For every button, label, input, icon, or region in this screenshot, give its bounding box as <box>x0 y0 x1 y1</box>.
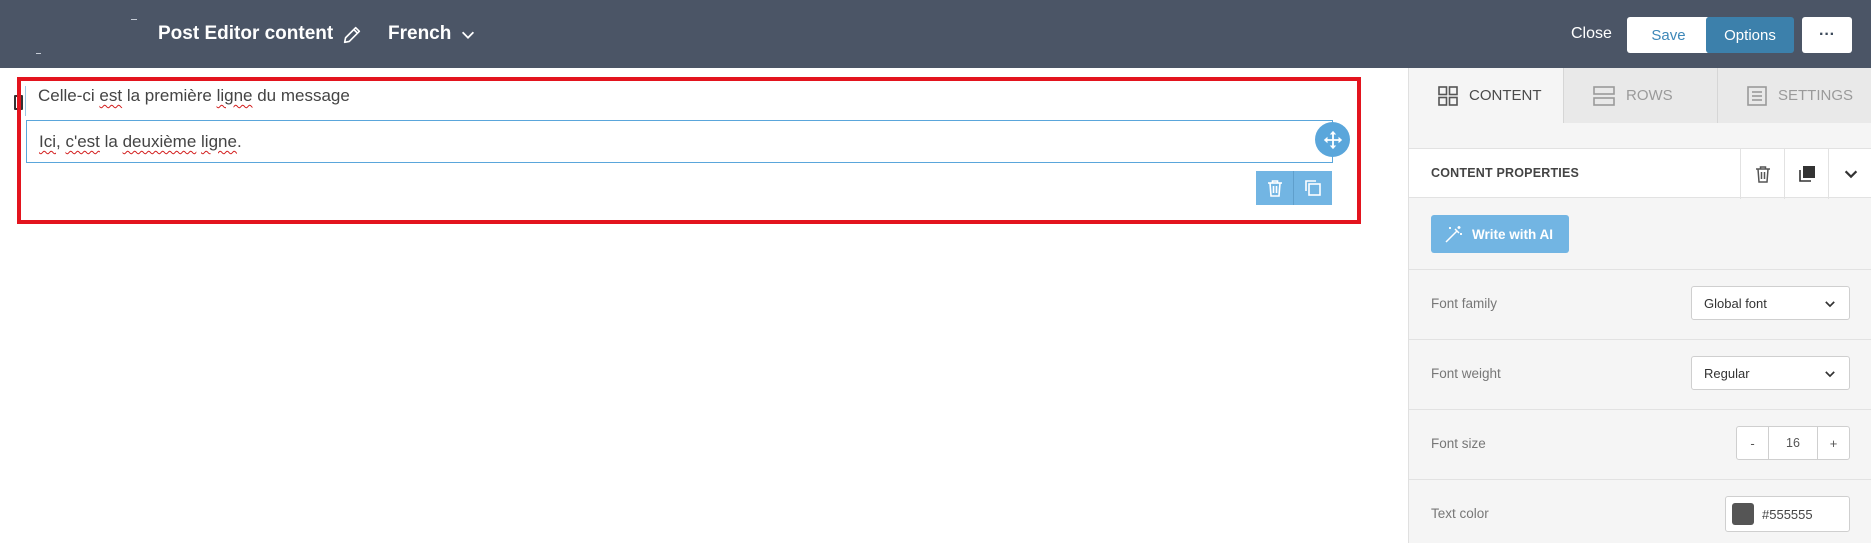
properties-panel: CONTENT ROWS SETTINGS CONTENT PROPERTIES <box>1408 68 1871 543</box>
text-color-picker[interactable]: #555555 <box>1725 496 1850 532</box>
magic-wand-icon <box>1445 226 1462 243</box>
chevron-down-icon[interactable] <box>459 26 477 44</box>
tab-content[interactable]: CONTENT <box>1409 68 1564 123</box>
select-value: Global font <box>1704 295 1767 311</box>
font-weight-label: Font weight <box>1431 366 1501 381</box>
trash-icon <box>1755 166 1770 183</box>
close-button[interactable]: Close <box>1571 25 1612 43</box>
chevron-down-icon <box>1825 371 1835 378</box>
highlight-box <box>17 77 1361 224</box>
tab-label: CONTENT <box>1469 87 1542 104</box>
font-size-stepper: - 16 + <box>1736 426 1850 460</box>
chevron-down-icon <box>1825 301 1835 308</box>
font-size-value[interactable]: 16 <box>1768 427 1818 459</box>
font-size-row: Font size - 16 + <box>1409 409 1871 479</box>
rows-icon <box>1593 85 1615 106</box>
tab-rows[interactable]: ROWS <box>1564 68 1718 123</box>
color-hex-value: #555555 <box>1762 506 1813 522</box>
collapse-button[interactable] <box>1828 149 1871 199</box>
logo-mark <box>131 19 137 20</box>
save-button[interactable]: Save <box>1627 17 1710 53</box>
tab-label: ROWS <box>1626 87 1673 104</box>
button-label: Write with AI <box>1472 226 1553 242</box>
text-color-row: Text color #555555 <box>1409 479 1871 549</box>
language-selector[interactable]: French <box>388 23 451 45</box>
font-size-label: Font size <box>1431 436 1486 451</box>
font-family-row: Font family Global font <box>1409 269 1871 339</box>
chevron-down-icon <box>1844 170 1857 179</box>
section-title: CONTENT PROPERTIES <box>1431 166 1580 180</box>
logo-mark <box>36 53 41 54</box>
tab-settings[interactable]: SETTINGS <box>1718 68 1871 123</box>
duplicate-content-button[interactable] <box>1784 149 1828 199</box>
panel-tabs: CONTENT ROWS SETTINGS <box>1409 68 1871 123</box>
duplicate-icon <box>1798 166 1815 182</box>
settings-icon <box>1747 85 1767 106</box>
color-swatch[interactable] <box>1732 503 1754 525</box>
increase-button[interactable]: + <box>1818 427 1849 459</box>
write-with-ai-button[interactable]: Write with AI <box>1431 215 1569 253</box>
font-weight-select[interactable]: Regular <box>1691 356 1850 390</box>
logo-area <box>0 0 145 68</box>
font-family-label: Font family <box>1431 296 1498 311</box>
select-value: Regular <box>1704 365 1750 381</box>
text-color-label: Text color <box>1431 506 1489 521</box>
tab-label: SETTINGS <box>1778 87 1854 104</box>
content-properties-header: CONTENT PROPERTIES <box>1409 148 1871 199</box>
decrease-button[interactable]: - <box>1737 427 1768 459</box>
page-title: Post Editor content <box>158 23 334 44</box>
delete-content-button[interactable] <box>1740 149 1784 199</box>
more-options-button[interactable]: ··· <box>1802 17 1852 53</box>
font-family-select[interactable]: Global font <box>1691 286 1850 320</box>
pencil-icon[interactable] <box>341 24 363 46</box>
top-bar: Post Editor content French Close Save Op… <box>0 0 1871 68</box>
options-button[interactable]: Options <box>1706 17 1794 53</box>
font-weight-row: Font weight Regular <box>1409 339 1871 409</box>
grid-icon <box>1438 85 1458 106</box>
